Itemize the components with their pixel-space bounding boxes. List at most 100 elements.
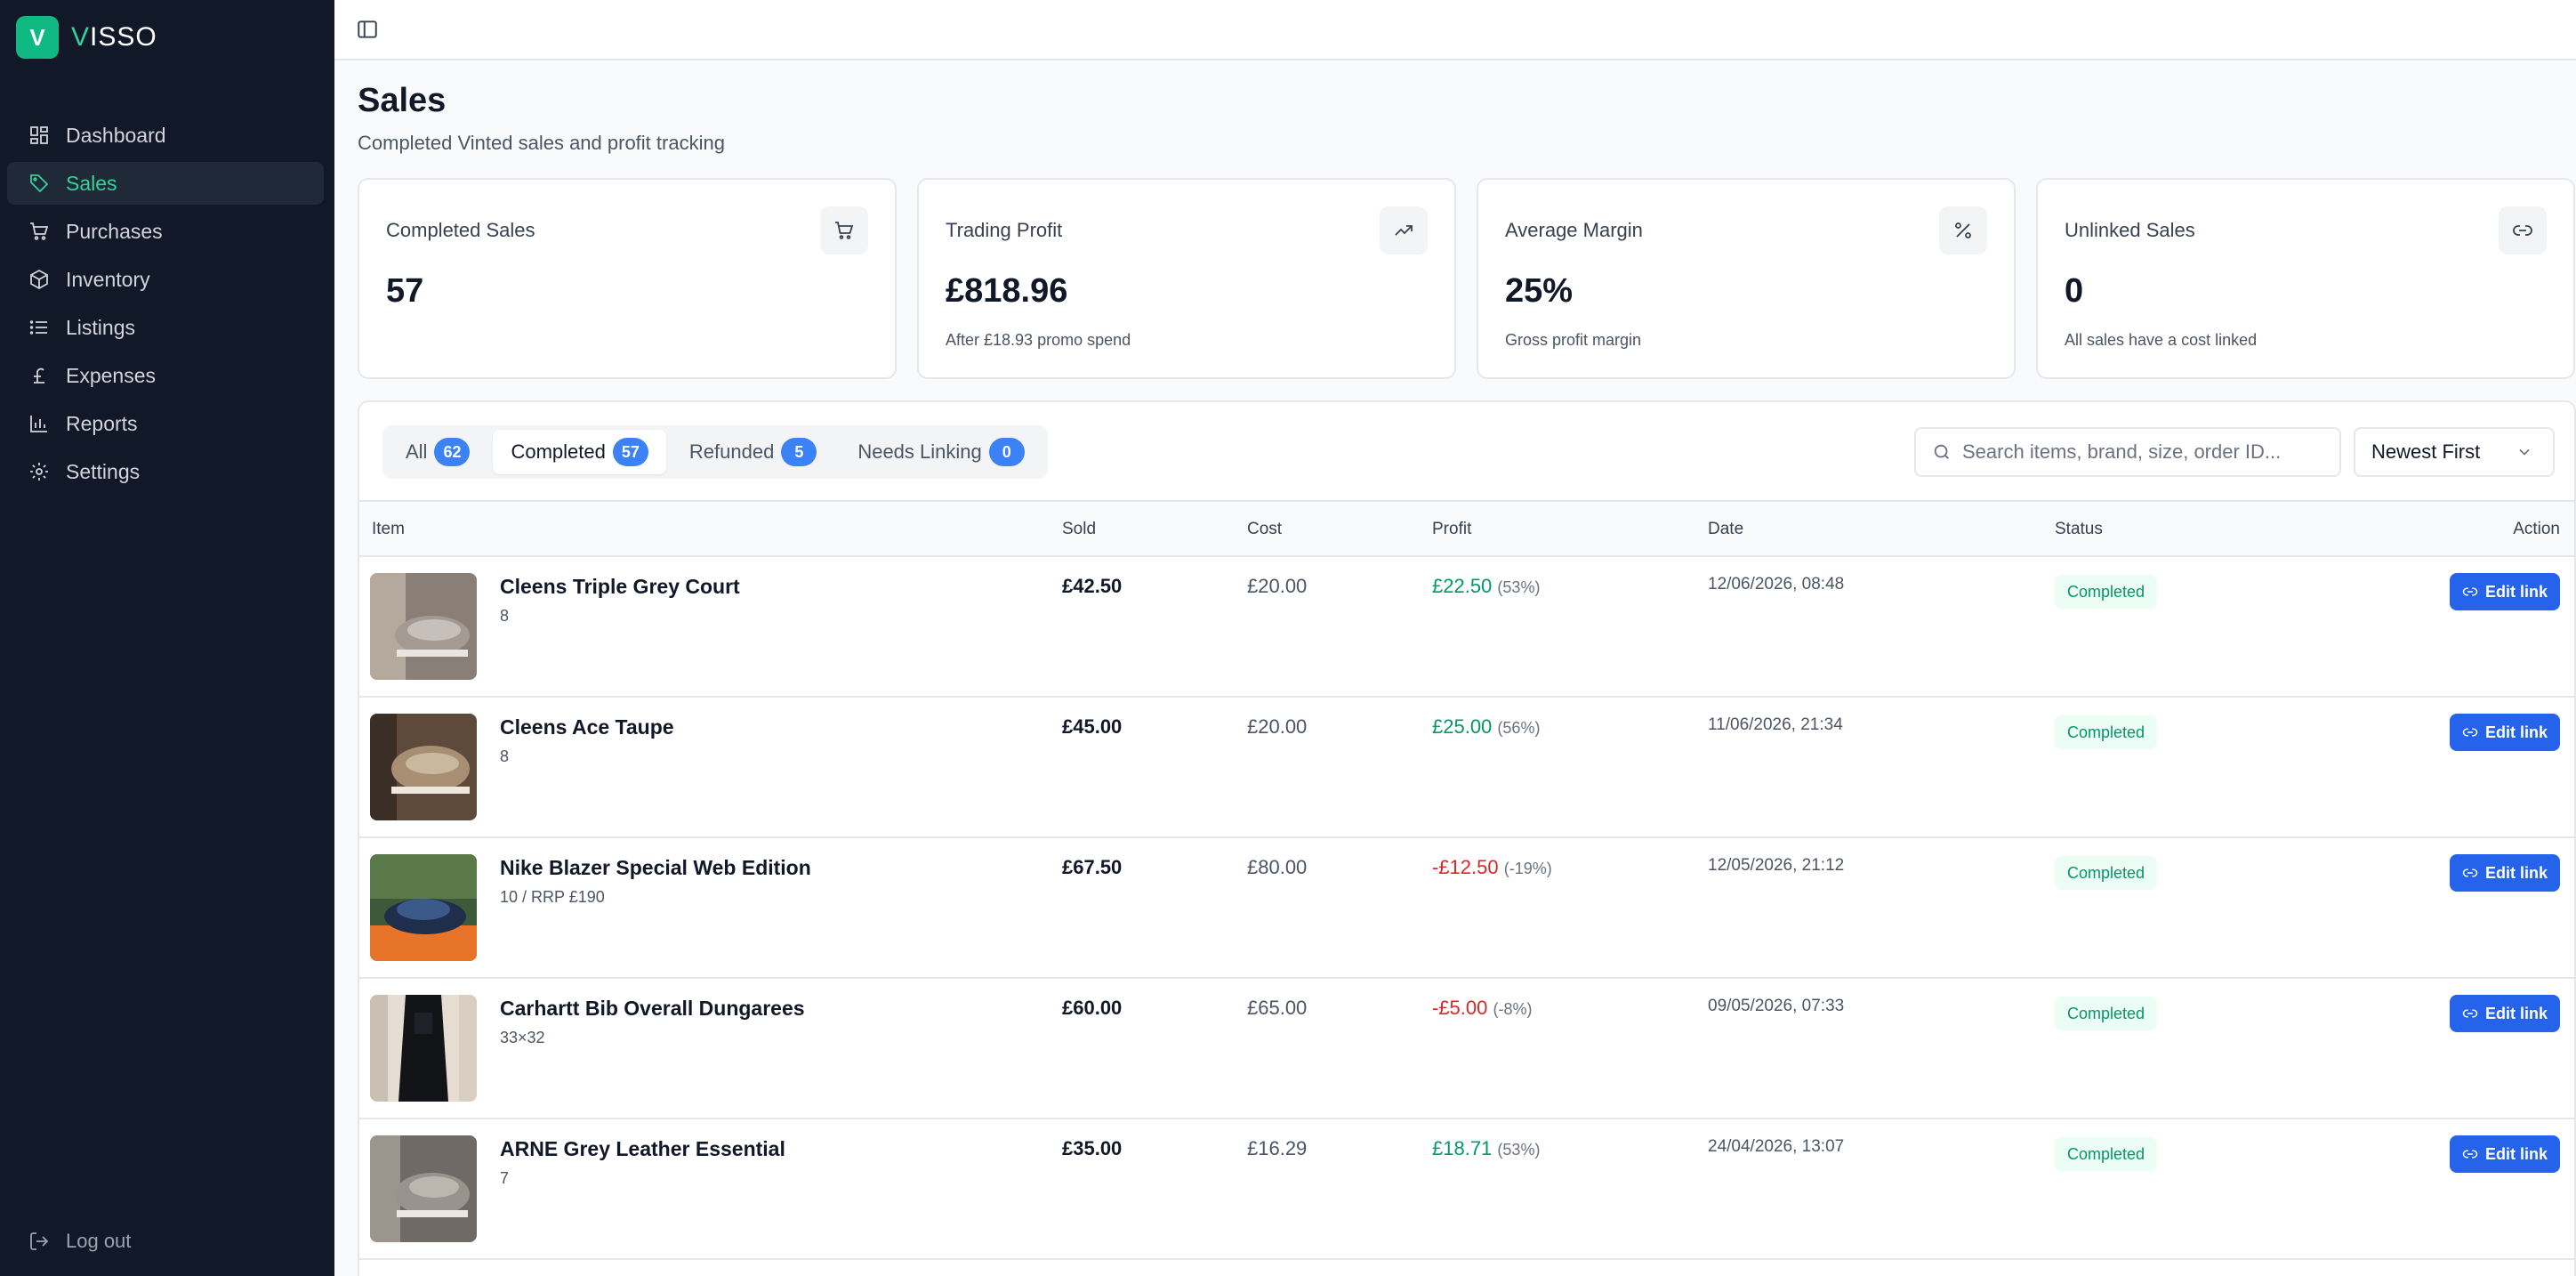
- sale-date: 09/05/2026, 07:33: [1708, 997, 1845, 1015]
- logout-label: Log out: [66, 1230, 132, 1252]
- box-icon: [30, 269, 48, 290]
- sidebar-item-settings[interactable]: Settings: [7, 450, 324, 493]
- column-header-item[interactable]: Item: [372, 520, 405, 539]
- pound-icon: [34, 367, 44, 384]
- status-badge: Completed: [2055, 575, 2158, 609]
- sidebar: V VISSO Dashboard Sales Purchases Invent…: [0, 0, 334, 1276]
- edit-link-label: Edit link: [2484, 1004, 2548, 1022]
- tab-needs-linking[interactable]: Needs Linking 0: [840, 430, 1042, 474]
- edit-link-button[interactable]: Edit link: [2449, 714, 2560, 751]
- column-header-cost[interactable]: Cost: [1247, 520, 1282, 539]
- link-icon: [2499, 206, 2547, 254]
- item-photo[interactable]: [370, 1135, 477, 1242]
- tab-label: Refunded: [688, 440, 775, 463]
- profit-amount: £25.00: [1432, 715, 1493, 738]
- sidebar-nav: Dashboard Sales Purchases Inventory List…: [7, 114, 324, 498]
- status-tabs: All 62 Completed 57 Refunded 5 Needs Lin…: [382, 425, 1048, 479]
- item-size: 7: [500, 1169, 510, 1187]
- tab-label: All: [406, 440, 428, 463]
- column-header-profit[interactable]: Profit: [1432, 520, 1471, 539]
- item-name: Cleens Ace Taupe: [500, 715, 674, 739]
- sidebar-item-label: Purchases: [66, 219, 163, 243]
- tab-count-badge: 5: [781, 438, 817, 466]
- column-header-sold[interactable]: Sold: [1062, 520, 1096, 539]
- table-row[interactable]: ARNE Grey Leather Essential 7 £35.00 £16…: [359, 1119, 2574, 1260]
- link-icon: [2462, 1009, 2478, 1018]
- item-photo[interactable]: [370, 714, 477, 820]
- column-header-status[interactable]: Status: [2055, 520, 2103, 539]
- trending-up-icon: [1380, 206, 1428, 254]
- profit-amount: -£5.00: [1432, 997, 1488, 1019]
- edit-link-button[interactable]: Edit link: [2449, 1135, 2560, 1173]
- profit-amount: -£12.50: [1432, 856, 1499, 878]
- table-row[interactable]: Nike Blazer Special Web Edition 10 / RRP…: [359, 838, 2574, 979]
- sidebar-item-dashboard[interactable]: Dashboard: [7, 114, 324, 157]
- sidebar-item-expenses[interactable]: Expenses: [7, 354, 324, 397]
- tab-count-badge: 0: [988, 438, 1025, 466]
- sidebar-toggle-icon[interactable]: [356, 18, 379, 41]
- item-size: 8: [500, 607, 510, 625]
- edit-link-label: Edit link: [2484, 582, 2548, 601]
- item-photo[interactable]: [370, 854, 477, 961]
- profit-amount: £22.50: [1432, 575, 1493, 597]
- column-header-date[interactable]: Date: [1708, 520, 1743, 539]
- edit-link-label: Edit link: [2484, 723, 2548, 741]
- link-icon: [2462, 587, 2478, 596]
- edit-link-button[interactable]: Edit link: [2449, 573, 2560, 610]
- tab-refunded[interactable]: Refunded 5: [672, 430, 834, 474]
- item-photo[interactable]: [370, 995, 477, 1102]
- status-badge: Completed: [2055, 715, 2158, 749]
- edit-link-button[interactable]: Edit link: [2449, 995, 2560, 1032]
- table-row[interactable]: Cleens Triple Grey Court 8 £42.50 £20.00…: [359, 557, 2574, 698]
- sort-select[interactable]: Newest First: [2354, 427, 2555, 477]
- sidebar-item-label: Listings: [66, 315, 135, 339]
- sidebar-item-reports[interactable]: Reports: [7, 402, 324, 445]
- sold-price: £35.00: [1062, 1137, 1123, 1159]
- stat-value: 57: [386, 272, 424, 310]
- link-icon: [2462, 728, 2478, 737]
- tab-all[interactable]: All 62: [388, 430, 487, 474]
- brand-mark: V: [16, 16, 59, 59]
- sidebar-item-listings[interactable]: Listings: [7, 306, 324, 349]
- tab-label: Completed: [511, 440, 606, 463]
- link-icon: [2462, 1150, 2478, 1159]
- cart-icon: [820, 206, 868, 254]
- search-icon: [1934, 444, 1949, 459]
- profit: £25.00 (56%): [1432, 715, 1540, 739]
- sold-price: £42.50: [1062, 575, 1123, 597]
- sidebar-item-label: Sales: [66, 171, 117, 195]
- column-header-action: Action: [2513, 520, 2560, 538]
- topbar: [334, 0, 2576, 61]
- cost-price: £80.00: [1247, 856, 1308, 878]
- sales-panel: All 62 Completed 57 Refunded 5 Needs Lin…: [358, 400, 2576, 1276]
- status-badge: Completed: [2055, 1137, 2158, 1171]
- item-name: Carhartt Bib Overall Dungarees: [500, 997, 805, 1020]
- table-row[interactable]: Cleens Ace Taupe 8 £45.00 £20.00 £25.00 …: [359, 698, 2574, 838]
- brand-logo[interactable]: V VISSO: [16, 16, 157, 59]
- edit-link-label: Edit link: [2484, 1144, 2548, 1163]
- sidebar-item-sales[interactable]: Sales: [7, 162, 324, 205]
- bar-chart-icon: [30, 416, 47, 432]
- table-row[interactable]: Carhartt Bib Overall Dungarees 33×32 £60…: [359, 979, 2574, 1119]
- brand-name: VISSO: [71, 22, 157, 52]
- cost-price: £20.00: [1247, 575, 1308, 597]
- sidebar-item-purchases[interactable]: Purchases: [7, 210, 324, 253]
- search-box[interactable]: [1914, 427, 2341, 477]
- edit-link-button[interactable]: Edit link: [2449, 854, 2560, 892]
- sidebar-item-label: Dashboard: [66, 123, 166, 147]
- tab-completed[interactable]: Completed 57: [493, 430, 666, 474]
- item-name: ARNE Grey Leather Essential: [500, 1137, 785, 1160]
- profit-percent: (56%): [1497, 719, 1541, 737]
- logout-button[interactable]: Log out: [28, 1230, 131, 1253]
- search-input[interactable]: [1962, 440, 2318, 464]
- sidebar-item-inventory[interactable]: Inventory: [7, 258, 324, 301]
- item-photo[interactable]: [370, 573, 477, 680]
- stat-label: Unlinked Sales: [2065, 219, 2195, 241]
- cost-price: £65.00: [1247, 997, 1308, 1019]
- profit-amount: £18.71: [1432, 1137, 1493, 1159]
- tag-icon: [30, 174, 49, 193]
- sidebar-item-label: Expenses: [66, 363, 157, 387]
- sold-price: £67.50: [1062, 856, 1123, 878]
- sidebar-item-label: Reports: [66, 411, 138, 435]
- stat-value: £818.96: [946, 272, 1068, 310]
